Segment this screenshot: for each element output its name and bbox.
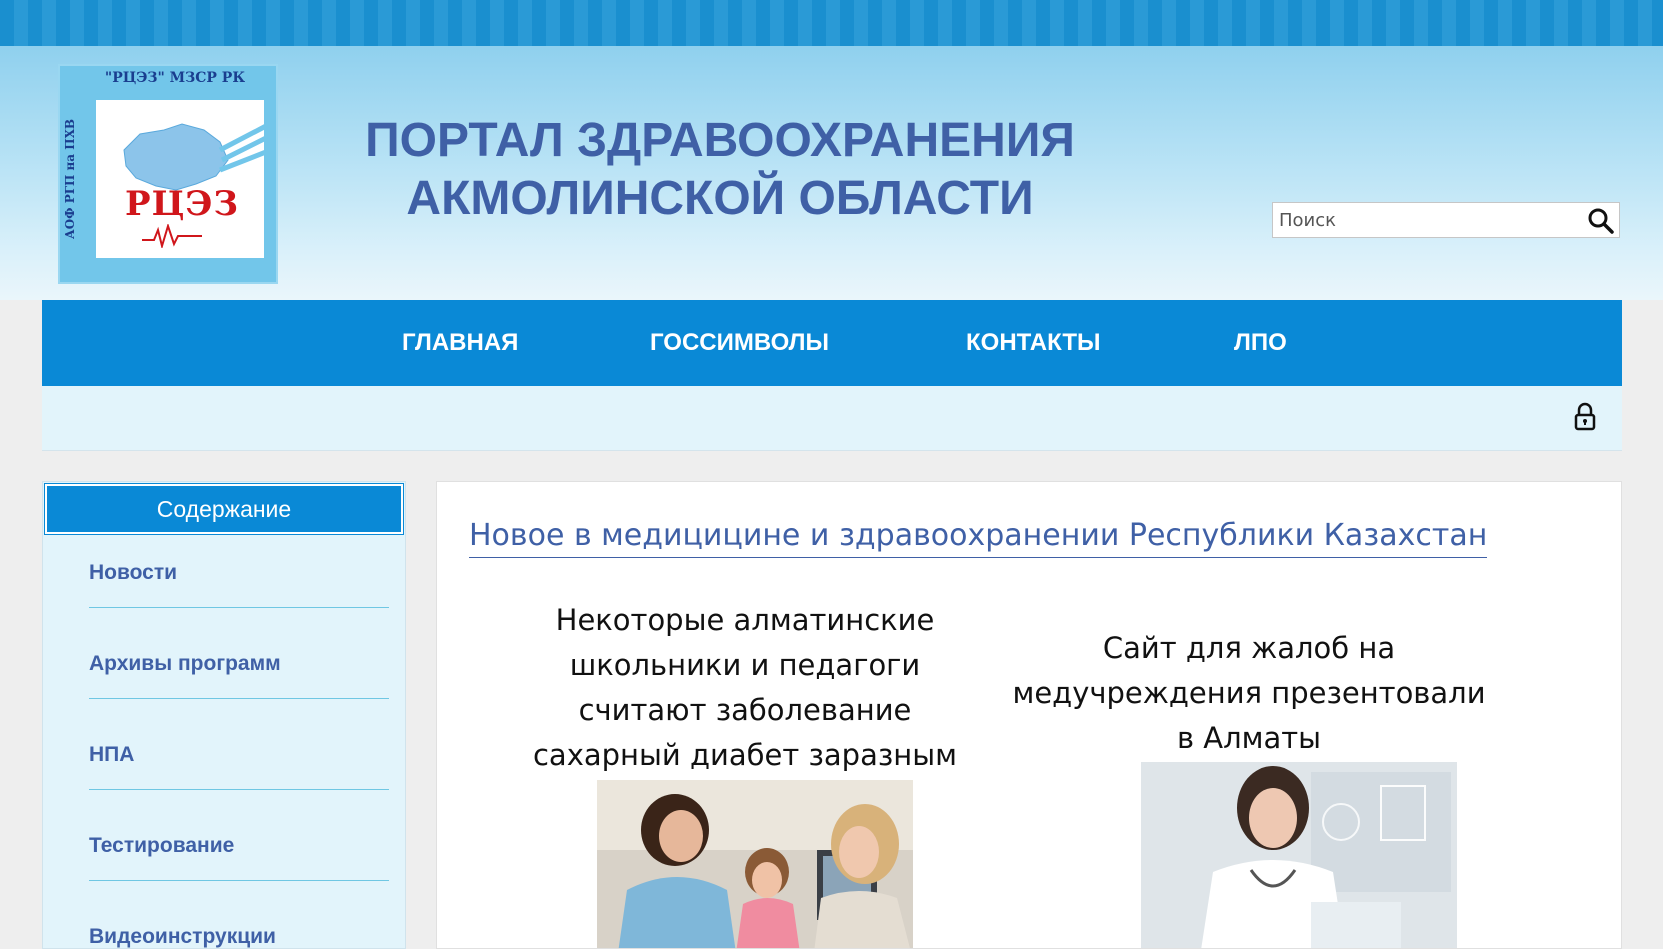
sidebar: Содержание Новости Архивы программ НПА Т…	[42, 481, 406, 949]
search-icon[interactable]	[1587, 207, 1615, 235]
search-input[interactable]	[1273, 203, 1585, 237]
logo-mark: РЦЭЗ	[125, 184, 239, 224]
sidebar-item-program-archives[interactable]: Архивы программ	[89, 635, 389, 699]
site-header: "РЦЭЗ" МЗСР РК АОФ РГП на ПХВ РЦЭЗ ПОРТА…	[0, 46, 1663, 300]
nav-item-lpo[interactable]: ЛПО	[1234, 300, 1287, 386]
sidebar-item-npa[interactable]: НПА	[89, 726, 389, 790]
search-box	[1272, 202, 1620, 238]
site-title-line1: ПОРТАЛ ЗДРАВООХРАНЕНИЯ	[365, 114, 1075, 167]
section-title[interactable]: Новое в медицицине и здравоохранении Рес…	[469, 518, 1488, 558]
news-photo-1	[597, 780, 913, 948]
pulse-icon	[142, 224, 202, 248]
top-decorative-band	[0, 0, 1663, 48]
main-navbar: ГЛАВНАЯ ГОССИМВОЛЫ КОНТАКТЫ ЛПО	[42, 300, 1622, 386]
logo-top-text: "РЦЭЗ" МЗСР РК	[104, 70, 246, 86]
logo-side-text: АОФ РГП на ПХВ	[63, 118, 77, 240]
news-image-1[interactable]	[597, 780, 913, 948]
sidebar-title: Содержание	[44, 483, 404, 535]
news-title-1[interactable]: Некоторые алматинские школьники и педаго…	[505, 598, 985, 778]
sidebar-item-video-instructions[interactable]: Видеоинструкции	[89, 908, 389, 948]
sidebar-item-news[interactable]: Новости	[89, 544, 389, 608]
news-photo-2	[1141, 762, 1457, 948]
news-image-2[interactable]	[1141, 762, 1457, 948]
news-title-2[interactable]: Сайт для жалоб на медучреждения презенто…	[1009, 626, 1489, 761]
lock-icon[interactable]	[1568, 400, 1602, 434]
nav-item-contacts[interactable]: КОНТАКТЫ	[966, 300, 1101, 386]
site-title-line2: АКМОЛИНСКОЙ ОБЛАСТИ	[406, 172, 1034, 225]
site-logo[interactable]: "РЦЭЗ" МЗСР РК АОФ РГП на ПХВ РЦЭЗ	[58, 64, 278, 284]
nav-item-state-symbols[interactable]: ГОССИМВОЛЫ	[650, 300, 829, 386]
sidebar-item-testing[interactable]: Тестирование	[89, 817, 389, 881]
main-content: Новое в медицицине и здравоохранении Рес…	[436, 481, 1622, 949]
sub-toolbar	[42, 386, 1622, 451]
nav-item-home[interactable]: ГЛАВНАЯ	[402, 300, 518, 386]
site-title: ПОРТАЛ ЗДРАВООХРАНЕНИЯ АКМОЛИНСКОЙ ОБЛАС…	[300, 112, 1140, 228]
